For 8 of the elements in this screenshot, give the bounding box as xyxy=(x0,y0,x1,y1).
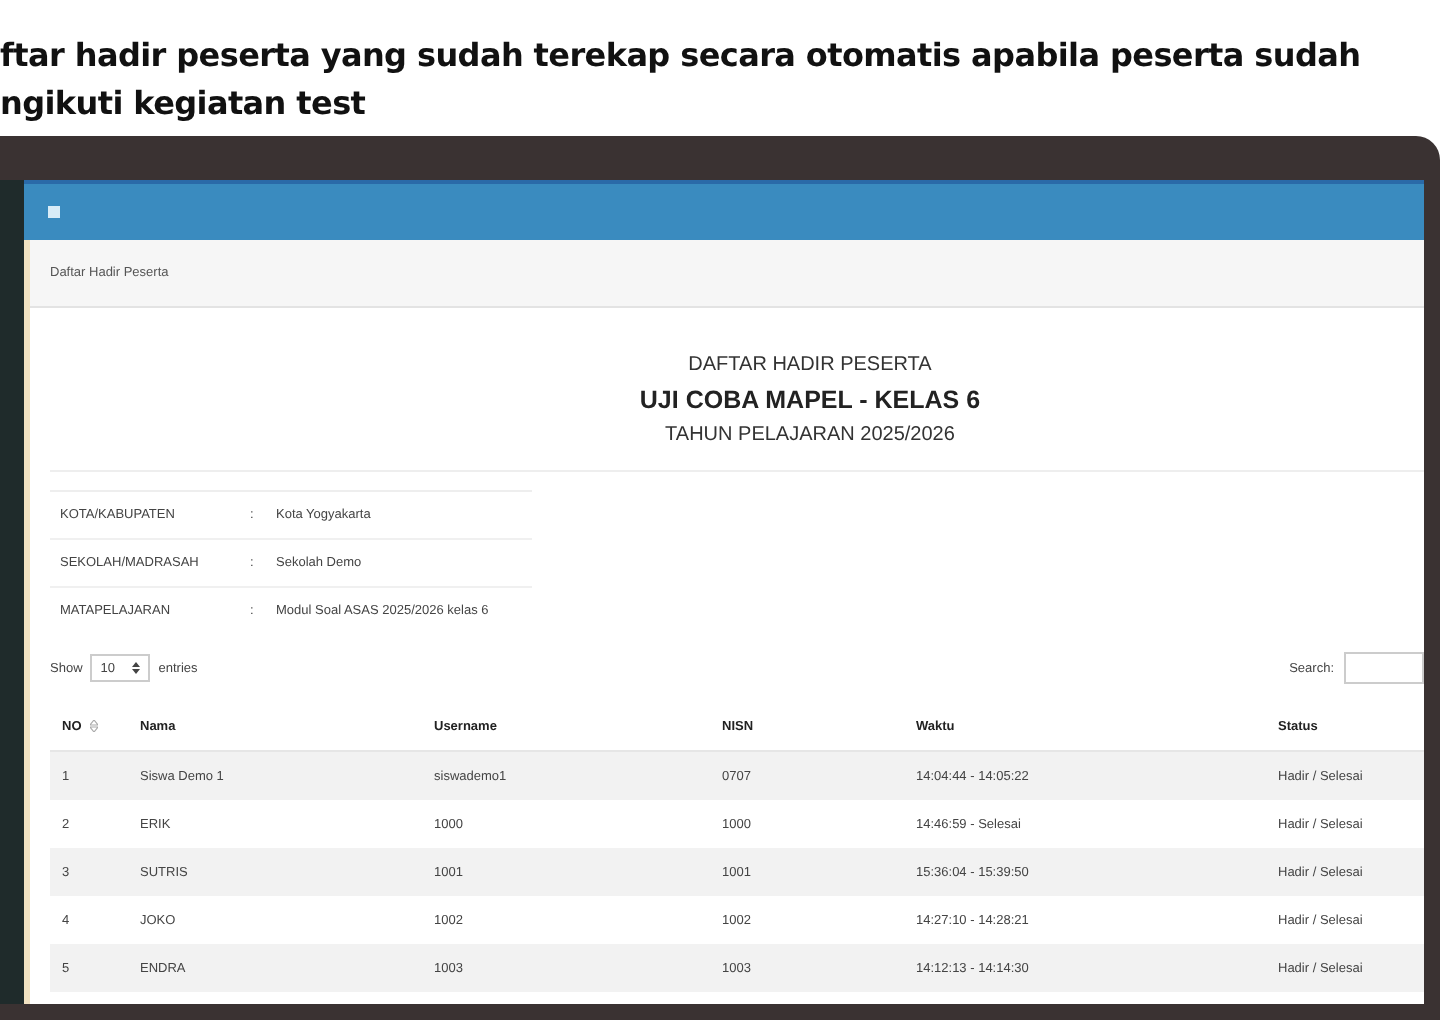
school-year: TAHUN PELAJARAN 2025/2026 xyxy=(665,422,955,450)
report-subtitle: UJI COBA MAPEL - KELAS 6 xyxy=(639,384,981,418)
updown-icon xyxy=(132,662,141,674)
caption-text: ftar hadir peserta yang sudah terekap secara otomatis apabila peserta sudah xyxy=(0,34,1363,78)
report-title: DAFTAR HADIR PESERTA xyxy=(688,352,932,380)
search-field[interactable] xyxy=(1344,652,1424,684)
sort-icon xyxy=(89,719,98,731)
caption-text: ngikuti kegiatan test xyxy=(0,82,368,126)
